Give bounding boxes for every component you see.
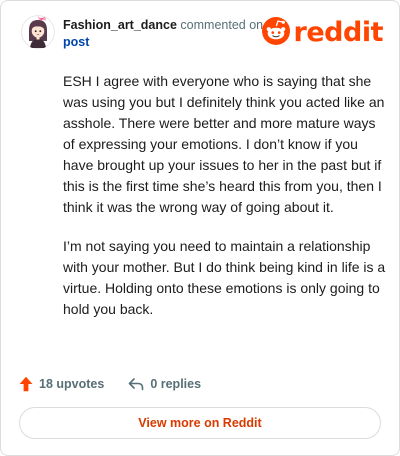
upvote-count: 18 upvotes [39,377,105,391]
comment-header: Fashion_art_dance commented on post redd… [19,13,384,53]
post-link[interactable]: post [63,34,89,51]
reddit-snoo-icon [261,16,291,51]
author-line: Fashion_art_dance commented on [63,17,263,34]
reply-count: 0 replies [150,377,202,391]
author-name[interactable]: Fashion_art_dance [63,18,177,32]
upvote-arrow-icon[interactable] [19,376,33,392]
reply-arrow-icon[interactable] [128,377,144,391]
view-more-button[interactable]: View more on Reddit [19,407,381,439]
avatar-icon[interactable] [21,15,55,49]
replies-action[interactable]: 0 replies [128,377,201,391]
comment-paragraph: ESH I agree with everyone who is saying … [63,73,385,215]
reddit-comment-embed: Fashion_art_dance commented on post redd… [0,0,400,456]
upvote-action[interactable]: 18 upvotes [19,376,104,392]
commented-on-text: commented on [180,18,264,32]
comment-body: ESH I agree with everyone who is saying … [63,71,388,338]
comment-paragraph: I’m not saying you need to maintain a re… [63,238,386,317]
reddit-logo[interactable]: reddit [261,16,384,51]
reddit-wordmark: reddit [293,17,384,48]
comment-actions: 18 upvotes 0 replies [19,373,201,395]
